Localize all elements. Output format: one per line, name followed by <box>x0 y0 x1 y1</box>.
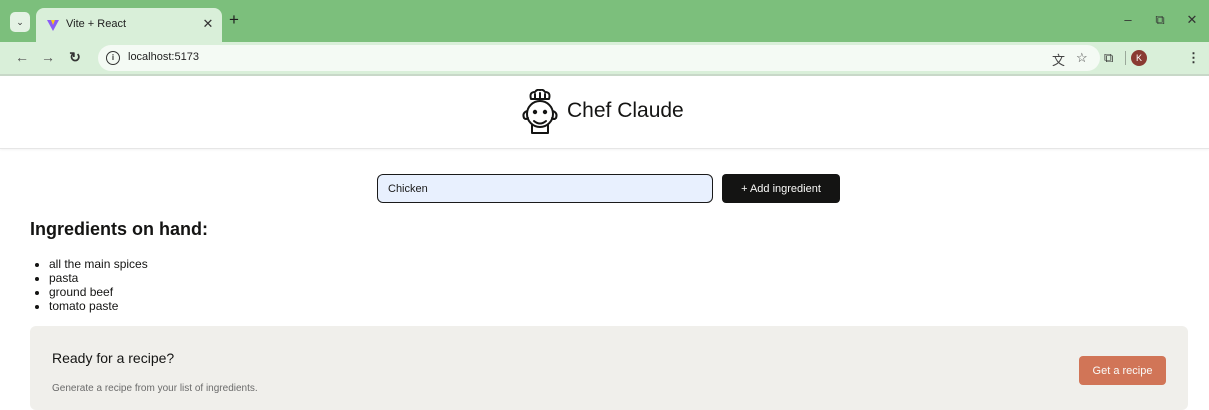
minimize-icon[interactable]: – <box>1120 12 1136 27</box>
window-close-icon[interactable]: ✕ <box>1184 12 1200 28</box>
list-item: pasta <box>49 271 148 285</box>
ingredients-heading: Ingredients on hand: <box>30 219 208 239</box>
forward-arrow-icon[interactable]: → <box>40 49 56 65</box>
address-bar[interactable]: i localhost:5173 文 ☆ <box>98 45 1100 71</box>
close-icon[interactable]: ✕ <box>201 16 215 32</box>
tab-search-icon[interactable]: ⌄ <box>10 12 30 32</box>
toolbar-divider <box>1125 51 1126 65</box>
ingredients-list: all the main spices pasta ground beef to… <box>49 257 148 313</box>
kebab-menu-icon[interactable]: ⋮ <box>1187 50 1200 66</box>
app-header: Chef Claude <box>0 76 1209 149</box>
ingredient-input[interactable] <box>377 174 713 203</box>
list-item: ground beef <box>49 285 148 299</box>
panel-subtitle: Generate a recipe from your list of ingr… <box>52 383 258 394</box>
profile-avatar[interactable]: K <box>1131 50 1147 66</box>
star-icon[interactable]: ☆ <box>1076 50 1088 66</box>
site-info-icon[interactable]: i <box>106 51 120 65</box>
add-ingredient-button[interactable]: + Add ingredient <box>722 174 840 203</box>
url-text[interactable]: localhost:5173 <box>128 51 199 63</box>
restore-icon[interactable]: ⧉ <box>1152 12 1168 28</box>
app-title: Chef Claude <box>567 99 684 122</box>
tab-title: Vite + React <box>66 18 127 30</box>
list-item: tomato paste <box>49 299 148 313</box>
vite-favicon-icon <box>47 20 59 31</box>
recipe-panel: Ready for a recipe? Generate a recipe fr… <box>30 326 1188 410</box>
translate-icon[interactable]: 文 <box>1052 50 1065 69</box>
list-item: all the main spices <box>49 257 148 271</box>
panel-title: Ready for a recipe? <box>52 350 175 366</box>
chef-icon <box>522 89 558 134</box>
plus-icon[interactable]: + <box>229 11 239 29</box>
browser-toolbar: ← → ↻ i localhost:5173 文 ☆ ⧉ K ⋮ <box>0 42 1209 74</box>
browser-tab-bar: ⌄ Vite + React ✕ + – ⧉ ✕ <box>0 0 1209 42</box>
extensions-icon[interactable]: ⧉ <box>1104 50 1113 66</box>
reload-icon[interactable]: ↻ <box>67 49 83 65</box>
browser-tab[interactable]: Vite + React ✕ <box>36 8 222 42</box>
get-recipe-button[interactable]: Get a recipe <box>1079 356 1166 385</box>
back-arrow-icon[interactable]: ← <box>14 49 30 65</box>
